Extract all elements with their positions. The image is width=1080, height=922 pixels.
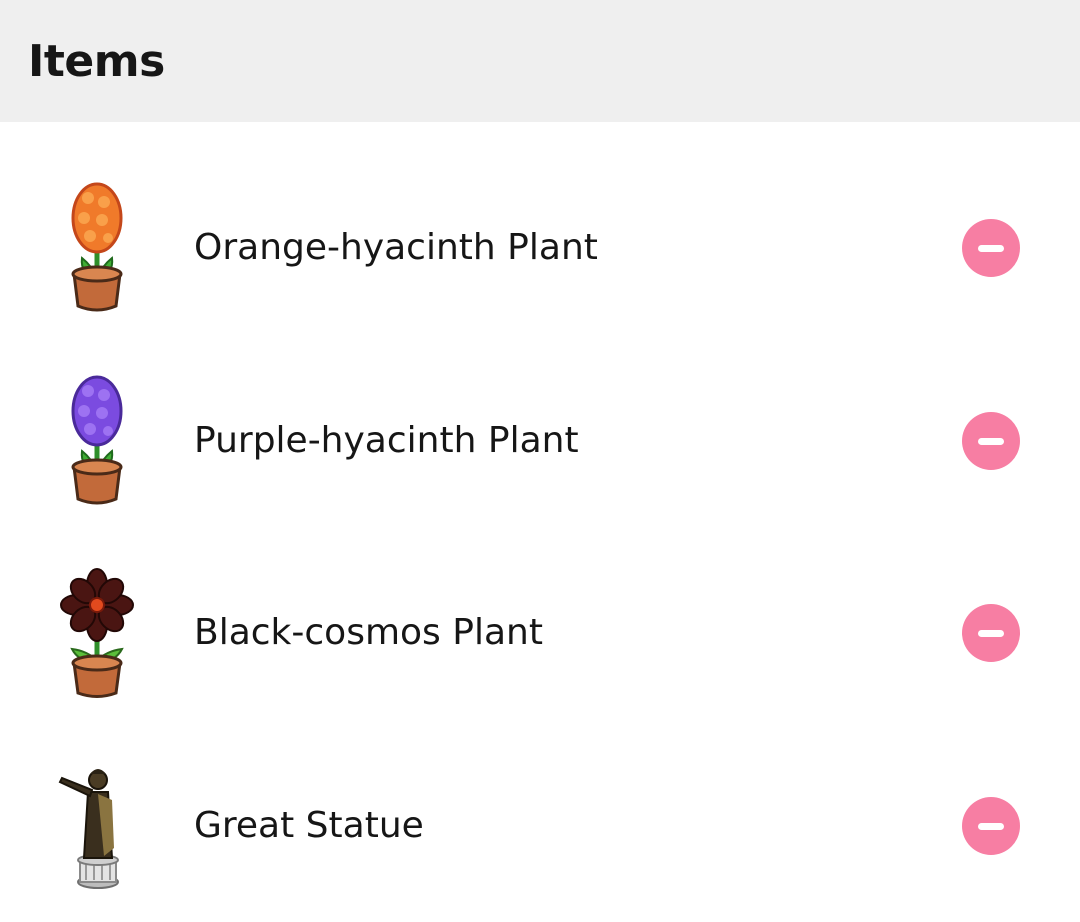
remove-item-button[interactable] [962,412,1020,470]
black-cosmos-plant-icon [52,567,142,699]
list-item[interactable]: Purple-hyacinth Plant [0,345,1080,537]
list-item[interactable]: Great Statue [0,730,1080,922]
remove-item-button[interactable] [962,604,1020,662]
minus-icon [978,629,1004,637]
remove-item-button[interactable] [962,219,1020,277]
item-name: Black-cosmos Plant [194,612,543,653]
minus-icon [978,437,1004,445]
list-item[interactable]: Orange-hyacinth Plant [0,152,1080,344]
minus-icon [978,822,1004,830]
item-name: Orange-hyacinth Plant [194,227,598,268]
list-item[interactable]: Black-cosmos Plant [0,537,1080,729]
page-title: Items [28,36,165,87]
header-bar: Items [0,0,1080,122]
item-name: Purple-hyacinth Plant [194,420,579,461]
orange-hyacinth-plant-icon [52,182,142,314]
great-statue-icon [52,760,142,892]
item-list: Orange-hyacinth Plant Purple-hyacinth Pl… [0,122,1080,889]
item-name: Great Statue [194,805,424,846]
minus-icon [978,244,1004,252]
purple-hyacinth-plant-icon [52,375,142,507]
remove-item-button[interactable] [962,797,1020,855]
